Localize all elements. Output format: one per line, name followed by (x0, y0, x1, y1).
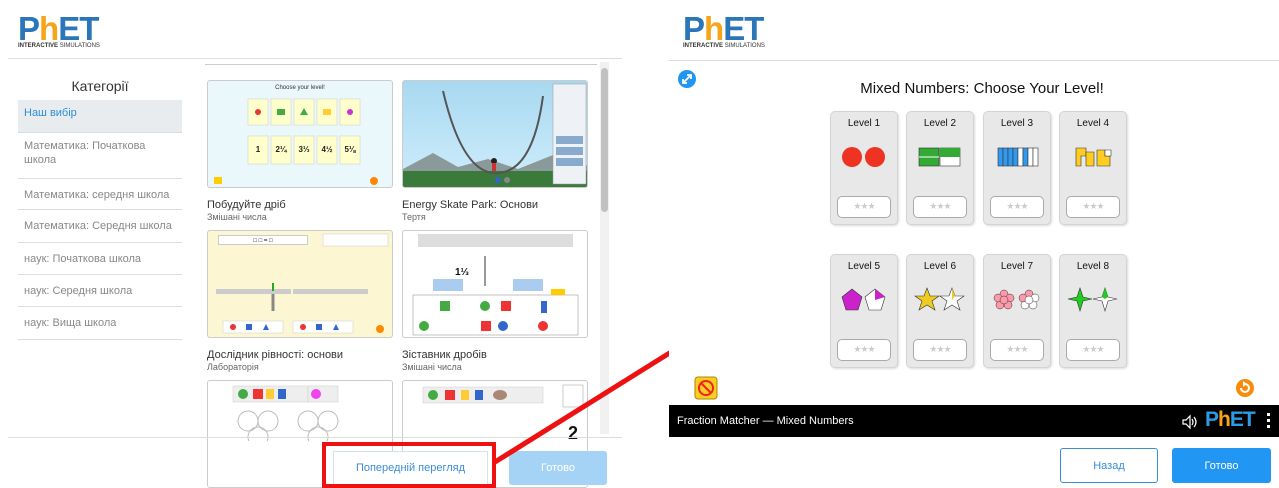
reset-icon[interactable] (1235, 378, 1255, 398)
sim-card-equality-explorer[interactable]: □ □ = □ Дослідник рівності: основи Лабор… (207, 230, 393, 372)
level-stars: ★★★ (1066, 196, 1120, 218)
level-7-button[interactable]: Level 7 ★★★ (983, 254, 1051, 368)
level-stars: ★★★ (990, 196, 1044, 218)
thumb-frac-2: 2¼ (275, 145, 287, 154)
level-label: Level 7 (1000, 261, 1034, 272)
stars-shape-icon (914, 287, 965, 311)
done-button-disabled[interactable]: Готово (509, 451, 607, 485)
sidebar-item-science-middle[interactable]: наук: Середня школа (18, 275, 182, 307)
grid-scrollbar[interactable] (600, 62, 609, 434)
done-button[interactable]: Готово (1172, 448, 1271, 483)
two-circles-icon (842, 147, 885, 167)
yellow-pieces-icon (1075, 147, 1112, 167)
level-stars: ★★★ (837, 339, 891, 361)
level-label: Level 6 (923, 261, 957, 272)
thumb-frac-1: 1 (255, 145, 261, 154)
level-8-button[interactable]: Level 8 ★★★ (1059, 254, 1127, 368)
sidebar-item-science-elementary[interactable]: наук: Початкова школа (18, 243, 182, 275)
card-subtitle: Лабораторія (207, 362, 259, 372)
level-6-button[interactable]: Level 6 ★★★ (906, 254, 974, 368)
sidebar-item-science-high[interactable]: наук: Вища школа (18, 307, 182, 340)
category-sidebar: Категорії Наш вибір Математика: Початков… (18, 78, 182, 340)
sim-name: Fraction Matcher — Mixed Numbers (677, 415, 854, 427)
sim-card-energy-skate-park[interactable]: Energy Skate Park: Основи Тертя (402, 80, 588, 222)
card-title[interactable]: Зіставник дробів (402, 349, 588, 361)
level-label: Level 5 (847, 261, 881, 272)
thumb-frac-3: 3⅓ (298, 145, 310, 154)
thumb-fraction: 1⅓ (455, 267, 469, 278)
level-stars: ★★★ (1066, 339, 1120, 361)
thumb-frac-4: 4½ (321, 145, 333, 154)
sim-thumbnail[interactable]: 1⅓ (402, 230, 588, 338)
scrollbar-thumb[interactable] (601, 68, 608, 212)
sim-thumbnail[interactable] (402, 80, 588, 188)
left-panel: PhET INTERACTIVE SIMULATIONS Категорії Н… (0, 0, 622, 488)
sim-thumbnail[interactable]: Choose your level! 1 2¼ 3⅓ 4½ 5⅛ (207, 80, 393, 188)
phet-logo: PhET INTERACTIVE SIMULATIONS (18, 10, 100, 49)
card-title[interactable]: Energy Skate Park: Основи (402, 199, 588, 211)
phet-logo-right: PhET INTERACTIVE SIMULATIONS (683, 10, 765, 49)
thumb-frac-5: 5⅛ (344, 145, 356, 154)
level-2-button[interactable]: Level 2 ★★★ (906, 111, 974, 225)
sim-card-fraction-matcher[interactable]: 1⅓ Зіставник дробів Змішані числа (402, 230, 588, 372)
green-rectangles-icon (918, 147, 961, 167)
level-stars: ★★★ (837, 196, 891, 218)
sim-title: Mixed Numbers: Choose Your Level! (860, 80, 1104, 97)
blue-bars-icon (997, 147, 1039, 167)
phet-menu-logo[interactable]: PhET (1205, 408, 1256, 432)
sidebar-item-math-high[interactable]: Математика: Середня школа (18, 210, 182, 243)
svg-text:2: 2 (568, 423, 578, 441)
card-subtitle: Змішані числа (207, 212, 267, 222)
simulation-preview (669, 64, 1279, 405)
level-5-button[interactable]: Level 5 ★★★ (830, 254, 898, 368)
sidebar-item-math-middle[interactable]: Математика: середня школа (18, 179, 182, 210)
card-subtitle: Тертя (402, 212, 426, 222)
level-4-button[interactable]: Level 4 ★★★ (1059, 111, 1127, 225)
kebab-menu-icon[interactable] (1267, 413, 1271, 428)
sound-off-icon[interactable] (694, 376, 718, 400)
flowers-icon (993, 289, 1040, 310)
level-3-button[interactable]: Level 3 ★★★ (983, 111, 1051, 225)
header-divider (8, 58, 622, 59)
sidebar-item-math-elementary[interactable]: Математика: Початкова школа (18, 133, 182, 179)
highlight-box (322, 442, 496, 488)
pentagons-icon (841, 288, 886, 311)
back-button[interactable]: Назад (1060, 448, 1158, 483)
sidebar-item-our-choice[interactable]: Наш вибір (18, 100, 182, 133)
level-stars: ★★★ (990, 339, 1044, 361)
level-label: Level 1 (847, 118, 881, 129)
level-1-button[interactable]: Level 1 ★★★ (830, 111, 898, 225)
sim-card-build-a-fraction[interactable]: Choose your level! 1 2¼ 3⅓ 4½ 5⅛ Побудуй… (207, 80, 393, 222)
zoom-icon[interactable] (677, 69, 697, 89)
level-label: Level 3 (1000, 118, 1034, 129)
footer-divider (8, 437, 622, 438)
grid-divider (205, 64, 597, 65)
header-divider-right (669, 60, 1279, 61)
level-label: Level 2 (923, 118, 957, 129)
card-subtitle: Змішані числа (402, 362, 462, 372)
sim-navigation-bar: Fraction Matcher — Mixed Numbers PhET (669, 405, 1279, 437)
card-title[interactable]: Дослідник рівності: основи (207, 349, 393, 361)
level-stars: ★★★ (913, 196, 967, 218)
level-label: Level 4 (1076, 118, 1110, 129)
card-title[interactable]: Побудуйте дріб (207, 199, 393, 211)
sidebar-title: Категорії (71, 78, 129, 94)
level-label: Level 8 (1076, 261, 1110, 272)
green-stars-icon (1067, 287, 1118, 313)
speaker-icon[interactable] (1181, 414, 1199, 430)
sim-thumbnail[interactable]: □ □ = □ (207, 230, 393, 338)
level-stars: ★★★ (913, 339, 967, 361)
